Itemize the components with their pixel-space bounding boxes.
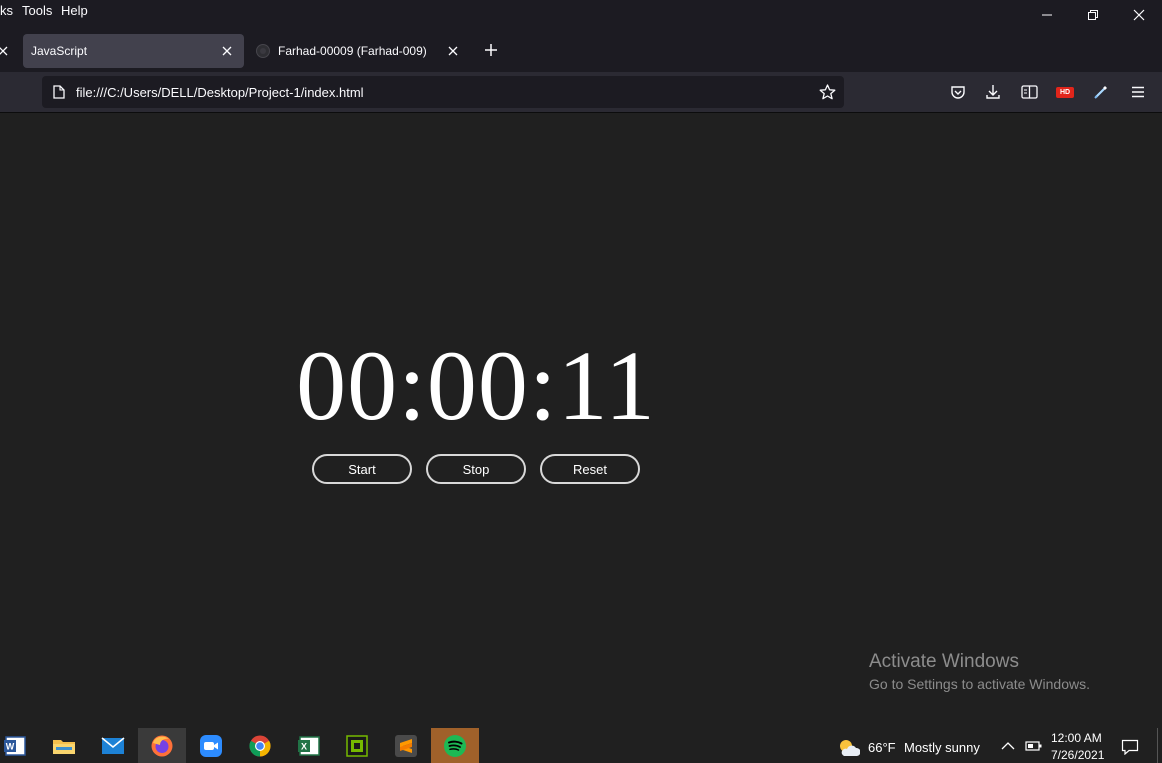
taskbar-sublime-text[interactable] [382, 728, 430, 763]
taskbar-zoom[interactable] [187, 728, 235, 763]
menu-help[interactable]: Help [61, 3, 88, 18]
taskbar-nvidia[interactable] [333, 728, 381, 763]
bookmark-star-icon[interactable] [819, 84, 836, 100]
tab-label: JavaScript [31, 44, 88, 58]
downloads-button[interactable] [983, 82, 1003, 102]
excel-icon: X [298, 735, 320, 756]
tab-github-profile[interactable]: Farhad-00009 (Farhad-009) [252, 34, 468, 68]
nvidia-icon [346, 734, 368, 757]
sidebar-button[interactable] [1019, 82, 1039, 102]
taskbar-chrome[interactable] [236, 728, 284, 763]
hd-badge: HD [1056, 86, 1074, 98]
close-icon [222, 46, 232, 56]
color-picker-extension-button[interactable] [1091, 82, 1111, 102]
reader-view-icon [1020, 85, 1038, 99]
chevron-up-icon[interactable] [1001, 741, 1015, 751]
close-icon [1133, 9, 1145, 21]
activation-watermark: Activate Windows Go to Settings to activ… [869, 651, 1090, 694]
taskbar-word[interactable]: W [0, 728, 39, 763]
weather-temperature[interactable]: 66°F [868, 740, 896, 755]
sublime-text-icon [395, 734, 417, 757]
weather-condition[interactable]: Mostly sunny [904, 740, 980, 755]
zoom-icon [200, 734, 222, 757]
word-icon: W [4, 735, 26, 756]
svg-text:X: X [301, 741, 307, 751]
show-desktop-button[interactable] [1157, 728, 1158, 763]
start-button[interactable]: Start [312, 454, 412, 484]
pocket-icon [951, 85, 965, 99]
notification-center-icon[interactable] [1121, 739, 1139, 755]
menu-tools[interactable]: Tools [22, 3, 52, 18]
plus-icon [485, 44, 497, 56]
tab-label: Farhad-00009 (Farhad-009) [278, 44, 427, 58]
page-icon [53, 85, 65, 99]
hamburger-menu-icon [1132, 86, 1144, 98]
download-icon [986, 85, 1000, 99]
address-bar[interactable]: file:///C:/Users/DELL/Desktop/Project-1/… [42, 76, 844, 108]
taskbar-file-explorer[interactable] [40, 728, 88, 763]
mail-icon [101, 736, 125, 754]
file-explorer-icon [53, 739, 75, 754]
tab-javascript[interactable]: JavaScript [23, 34, 244, 68]
tab-strip: JavaScript Farhad-00009 (Farhad-009) [0, 30, 1162, 72]
close-icon [0, 46, 8, 56]
url-text[interactable]: file:///C:/Users/DELL/Desktop/Project-1/… [76, 85, 364, 100]
reset-button[interactable]: Reset [540, 454, 640, 484]
taskbar-mail[interactable] [89, 728, 137, 763]
app-menu-button[interactable] [1128, 82, 1148, 102]
close-window-button[interactable] [1116, 0, 1162, 30]
minimize-icon [1042, 14, 1052, 16]
restore-button[interactable] [1070, 0, 1116, 30]
eyedropper-icon [1094, 86, 1107, 99]
restore-icon [1088, 10, 1098, 20]
clock-time[interactable]: 12:00 AM [1051, 731, 1102, 745]
hd-extension-button[interactable]: HD [1055, 82, 1075, 102]
navigation-toolbar: file:///C:/Users/DELL/Desktop/Project-1/… [0, 72, 1162, 113]
tab-close-button[interactable] [445, 43, 461, 59]
battery-icon[interactable] [1025, 741, 1043, 751]
taskbar: W X 66°F Mostly sunny 12:00 AM 7/26/2021 [0, 728, 1162, 763]
stop-button[interactable]: Stop [426, 454, 526, 484]
taskbar-firefox[interactable] [138, 728, 186, 763]
minimize-button[interactable] [1024, 0, 1070, 30]
title-bar: ks Tools Help [0, 0, 1162, 30]
tab-close-button[interactable] [219, 43, 235, 59]
close-icon [448, 46, 458, 56]
tab-close-button-offscreen[interactable] [0, 43, 11, 59]
chrome-icon [249, 735, 271, 756]
menu-bookmarks-partial[interactable]: ks [0, 3, 13, 18]
activation-subtitle: Go to Settings to activate Windows. [869, 676, 1090, 692]
page-viewport: 00:00:11 Start Stop Reset [0, 113, 1162, 728]
clock-date[interactable]: 7/26/2021 [1051, 748, 1104, 762]
pocket-button[interactable] [948, 82, 968, 102]
spotify-icon [444, 734, 466, 757]
stopwatch-display: 00:00:11 [296, 330, 656, 441]
weather-partly-sunny-icon[interactable] [838, 738, 860, 758]
svg-text:W: W [6, 741, 15, 751]
taskbar-excel[interactable]: X [285, 728, 333, 763]
new-tab-button[interactable] [483, 42, 499, 58]
taskbar-spotify[interactable] [431, 728, 479, 763]
github-icon [256, 44, 270, 58]
firefox-icon [151, 735, 173, 756]
activation-title: Activate Windows [869, 651, 1019, 672]
